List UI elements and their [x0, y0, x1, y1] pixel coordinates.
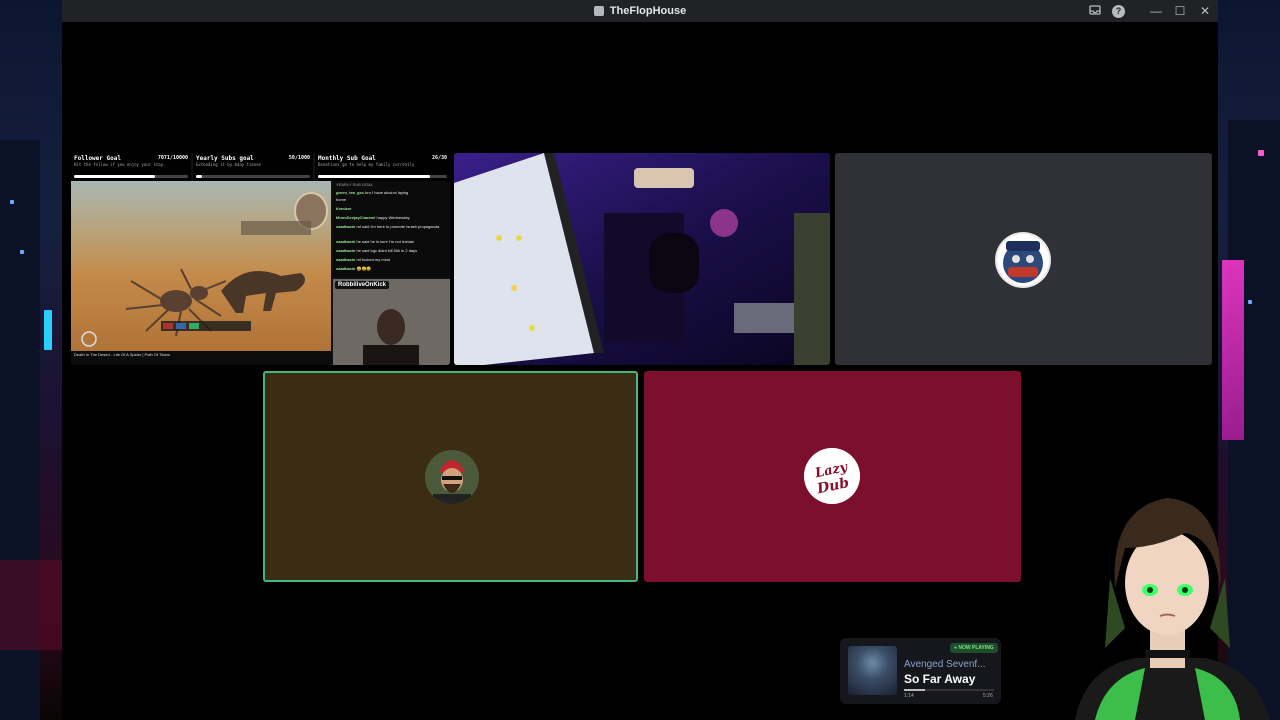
total-time: 5:26: [983, 693, 993, 699]
chat-message: green_tea_gcc bro I have alcohol laying: [336, 190, 409, 195]
participant-avatar: [425, 450, 479, 504]
desktop-wallpaper-left: [0, 0, 62, 720]
chat-message: home: [336, 197, 347, 202]
now-playing-widget: ● NOW PLAYING Avenged Sevenf... So Far A…: [840, 638, 1001, 704]
window-title: TheFlopHouse: [609, 5, 687, 17]
server-icon: [593, 6, 604, 16]
elapsed-time: 1:14: [904, 693, 914, 699]
yearly-subs-goal: Yearly Subs goal 50/1000 Extending it by…: [193, 153, 313, 181]
streamer-webcam: RobbiliveOnKick: [333, 279, 450, 365]
app-window: TheFlopHouse ? — ☐ ✕ Follower Goal 7071/…: [62, 0, 1218, 720]
inbox-icon[interactable]: [1088, 4, 1102, 18]
title-bar: TheFlopHouse ? — ☐ ✕: [62, 0, 1218, 22]
album-art: [848, 646, 897, 695]
maximize-button[interactable]: ☐: [1173, 4, 1187, 18]
minimize-button[interactable]: —: [1149, 4, 1163, 18]
chat-message: Kemizer: [336, 206, 352, 211]
goal-progress-bar: [318, 175, 447, 178]
vtuber-avatar: [1055, 478, 1280, 720]
participant-tile[interactable]: [835, 153, 1212, 365]
follower-goal: Follower Goal 7071/10000 Hit the follow …: [71, 153, 191, 181]
chat-message: saadbazin mf said I'm here to promote Is…: [336, 224, 440, 229]
stream-tile[interactable]: Follower Goal 7071/10000 Hit the follow …: [71, 153, 450, 365]
participant-tile[interactable]: Lazy Dub: [644, 371, 1021, 582]
game-view: [71, 181, 331, 351]
stream-chat: YEARLY SUB GOAL green_tea_gcc bro I have…: [333, 181, 450, 277]
song-progress-bar: [904, 689, 994, 691]
song-title: So Far Away: [904, 672, 976, 686]
chat-message: MunoDeejayChannel happy Wednesday.: [336, 215, 411, 220]
now-playing-badge: ● NOW PLAYING: [950, 643, 998, 653]
chat-message: saadbazin mf fucked my mind: [336, 257, 391, 262]
chat-message: saadbazin he said he is sure I'm not Ira…: [336, 239, 415, 244]
close-button[interactable]: ✕: [1198, 4, 1212, 18]
participant-avatar: Lazy Dub: [804, 448, 860, 504]
participant-avatar: [995, 232, 1051, 288]
artist-name: Avenged Sevenf...: [904, 659, 986, 670]
stream-footer: Death In The Desert - Life Of A Spider |…: [71, 351, 331, 365]
chat-message: saadbazin 😄😄😄: [336, 266, 372, 271]
camera-feed: [454, 153, 830, 365]
participant-tile-speaking[interactable]: [263, 371, 638, 582]
goal-progress-bar: [74, 175, 188, 178]
goal-progress-bar: [196, 175, 310, 178]
camera-tile[interactable]: [454, 153, 830, 365]
chat-message: saadbazin he said bgc didnt kill 50k in …: [336, 248, 418, 253]
monthly-sub-goal: Monthly Sub Goal 26/30 Donations go to h…: [315, 153, 450, 181]
help-icon[interactable]: ?: [1112, 5, 1125, 18]
